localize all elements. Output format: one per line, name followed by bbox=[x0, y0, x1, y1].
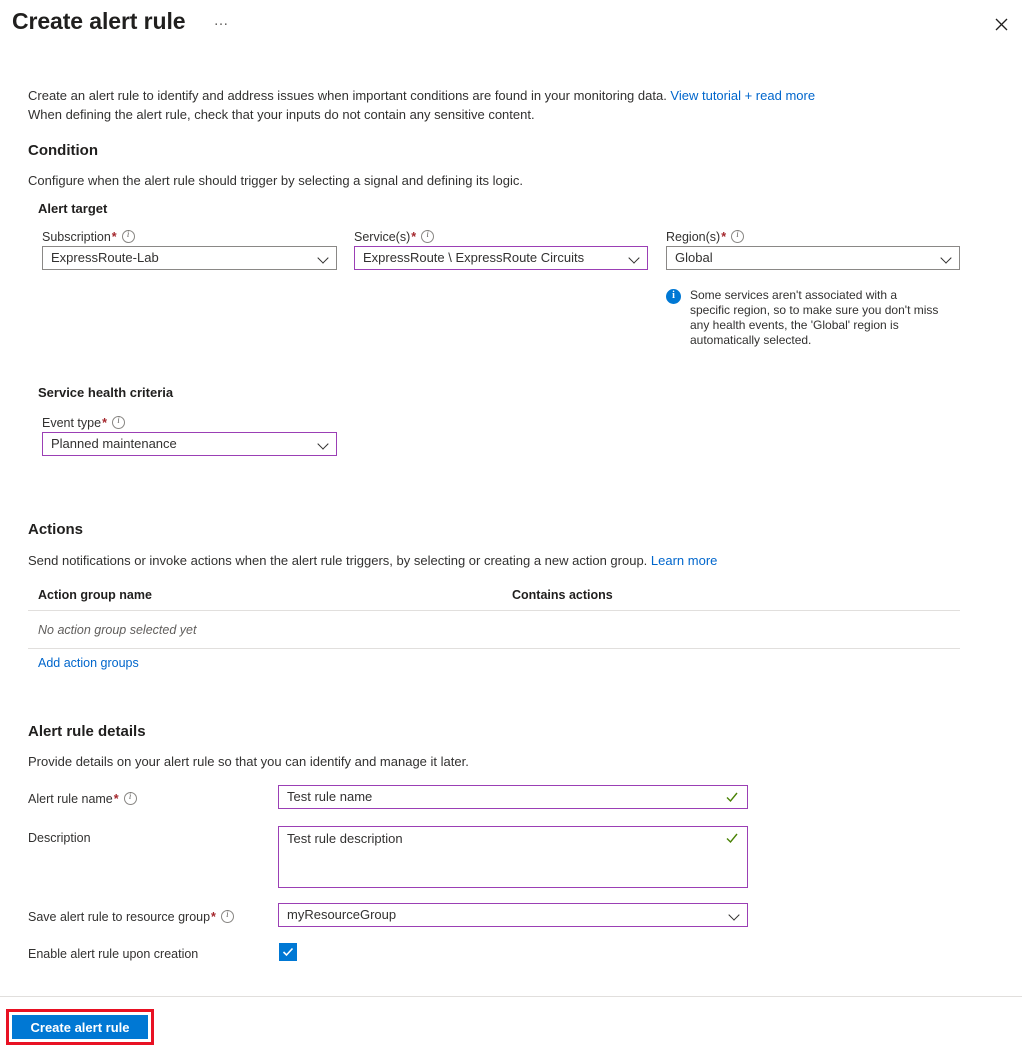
region-info-text: Some services aren't associated with a s… bbox=[690, 288, 939, 347]
valid-check-icon bbox=[726, 833, 738, 844]
actions-subtitle: Send notifications or invoke actions whe… bbox=[28, 553, 718, 568]
blade-footer: Create alert rule bbox=[0, 996, 1022, 1056]
alert-rule-name-label: Alert rule name* bbox=[28, 790, 137, 806]
info-circle-icon bbox=[666, 288, 681, 304]
region-info-callout: Some services aren't associated with a s… bbox=[666, 288, 946, 350]
actions-heading: Actions bbox=[28, 521, 84, 538]
event-type-label: Event type* bbox=[42, 414, 125, 430]
view-tutorial-link[interactable]: View tutorial + read more bbox=[670, 88, 815, 103]
resource-group-label: Save alert rule to resource group* bbox=[28, 908, 234, 924]
create-alert-rule-button[interactable]: Create alert rule bbox=[12, 1015, 148, 1039]
add-action-groups-link[interactable]: Add action groups bbox=[38, 656, 139, 670]
table-empty-row: No action group selected yet bbox=[38, 623, 197, 637]
table-divider-top bbox=[28, 610, 960, 611]
info-icon[interactable] bbox=[123, 791, 137, 805]
page-title: Create alert rule bbox=[12, 8, 186, 34]
description-textarea[interactable]: Test rule description bbox=[278, 826, 748, 888]
table-column-action-group-name: Action group name bbox=[38, 588, 152, 602]
enable-alert-rule-label: Enable alert rule upon creation bbox=[28, 947, 199, 961]
checkmark-icon bbox=[282, 947, 294, 957]
alert-rule-details-subtitle: Provide details on your alert rule so th… bbox=[28, 754, 469, 769]
intro-text: Create an alert rule to identify and add… bbox=[28, 86, 968, 124]
condition-subtitle: Configure when the alert rule should tri… bbox=[28, 173, 524, 188]
regions-dropdown[interactable]: Global bbox=[666, 246, 960, 270]
regions-label: Region(s)* bbox=[666, 228, 745, 244]
alert-target-heading: Alert target bbox=[38, 201, 108, 216]
blade-content: Create an alert rule to identify and add… bbox=[0, 48, 1022, 996]
event-type-dropdown[interactable]: Planned maintenance bbox=[42, 432, 337, 456]
event-type-value: Planned maintenance bbox=[51, 436, 177, 451]
condition-heading: Condition bbox=[28, 142, 98, 159]
info-icon[interactable] bbox=[421, 229, 435, 243]
alert-rule-name-value: Test rule name bbox=[287, 789, 373, 804]
chevron-down-icon bbox=[730, 911, 740, 921]
resource-group-dropdown[interactable]: myResourceGroup bbox=[278, 903, 748, 927]
services-label: Service(s)* bbox=[354, 228, 435, 244]
close-button[interactable] bbox=[986, 10, 1016, 40]
enable-alert-rule-checkbox[interactable] bbox=[279, 943, 297, 961]
services-dropdown[interactable]: ExpressRoute \ ExpressRoute Circuits bbox=[354, 246, 648, 270]
resource-group-value: myResourceGroup bbox=[287, 907, 397, 922]
services-value: ExpressRoute \ ExpressRoute Circuits bbox=[363, 250, 585, 265]
intro-line2: When defining the alert rule, check that… bbox=[28, 107, 535, 122]
description-value: Test rule description bbox=[287, 831, 403, 846]
subscription-label: Subscription* bbox=[42, 228, 135, 244]
alert-rule-details-heading: Alert rule details bbox=[28, 723, 146, 740]
service-health-criteria-heading: Service health criteria bbox=[38, 385, 174, 400]
valid-check-icon bbox=[726, 792, 738, 803]
info-icon[interactable] bbox=[111, 415, 125, 429]
table-divider-bottom bbox=[28, 648, 960, 649]
info-icon[interactable] bbox=[121, 229, 135, 243]
actions-learn-more-link[interactable]: Learn more bbox=[651, 553, 717, 568]
table-column-contains-actions: Contains actions bbox=[512, 588, 613, 602]
chevron-down-icon bbox=[942, 254, 952, 264]
alert-rule-name-input[interactable]: Test rule name bbox=[278, 785, 748, 809]
intro-line1: Create an alert rule to identify and add… bbox=[28, 88, 671, 103]
description-label: Description bbox=[28, 831, 91, 845]
regions-value: Global bbox=[675, 250, 713, 265]
chevron-down-icon bbox=[630, 254, 640, 264]
info-icon[interactable] bbox=[220, 909, 234, 923]
more-options-button[interactable]: … bbox=[208, 13, 234, 36]
close-icon bbox=[995, 18, 1007, 31]
subscription-value: ExpressRoute-Lab bbox=[51, 250, 159, 265]
chevron-down-icon bbox=[319, 440, 329, 450]
subscription-dropdown[interactable]: ExpressRoute-Lab bbox=[42, 246, 337, 270]
chevron-down-icon bbox=[319, 254, 329, 264]
info-icon[interactable] bbox=[731, 229, 745, 243]
blade-header: Create alert rule … bbox=[0, 0, 1022, 48]
